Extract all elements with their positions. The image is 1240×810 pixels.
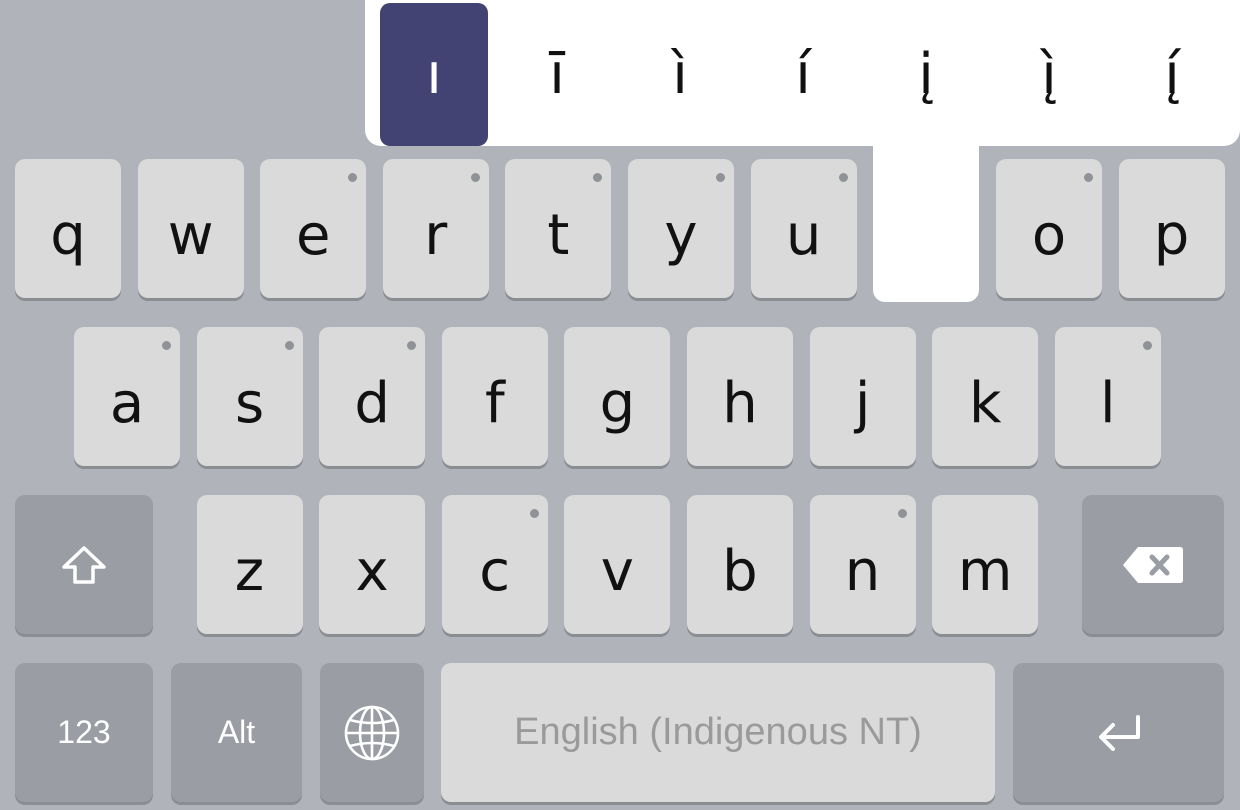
key-x[interactable]: x	[319, 495, 426, 634]
key-h[interactable]: h	[687, 327, 793, 466]
key-label: c	[479, 539, 511, 604]
key-label: y	[664, 203, 698, 268]
key-c[interactable]: c	[441, 495, 548, 634]
backspace-icon	[1123, 546, 1183, 583]
key-l[interactable]: l	[1054, 327, 1161, 466]
long-press-indicator	[838, 173, 848, 182]
shift-key[interactable]	[15, 495, 153, 634]
key-label: u	[785, 203, 822, 268]
key-label: t	[547, 203, 570, 268]
backspace-key[interactable]	[1082, 495, 1224, 634]
long-press-indicator	[407, 341, 417, 350]
key-r[interactable]: r	[382, 159, 489, 298]
key-p[interactable]: p	[1118, 159, 1225, 298]
key-w[interactable]: w	[137, 159, 244, 298]
key-label: j	[854, 371, 871, 436]
key-label: q	[50, 203, 86, 268]
key-q[interactable]: q	[15, 159, 121, 298]
long-press-indicator	[284, 341, 294, 350]
space-bar[interactable]: English (Indigenous NT)	[441, 663, 995, 802]
key-y[interactable]: y	[628, 159, 734, 298]
key-z[interactable]: z	[196, 495, 303, 634]
long-press-indicator	[162, 341, 171, 350]
key-label: l	[1100, 371, 1116, 436]
key-label: o	[1031, 203, 1067, 268]
key-n[interactable]: n	[809, 495, 916, 634]
key-label: x	[355, 539, 389, 604]
key-label: r	[424, 203, 448, 268]
key-label: k	[968, 371, 1002, 436]
key-j[interactable]: j	[809, 327, 916, 466]
long-press-indicator	[529, 509, 539, 518]
key-label: h	[722, 371, 758, 436]
accent-option[interactable]: į́	[1118, 3, 1226, 146]
globe-key[interactable]	[320, 663, 424, 802]
key-e[interactable]: e	[260, 159, 367, 298]
globe-icon	[344, 705, 400, 760]
key-label: a	[109, 371, 145, 436]
key-label: b	[722, 539, 758, 604]
shift-icon	[62, 545, 106, 584]
key-a[interactable]: a	[74, 327, 180, 466]
key-k[interactable]: k	[932, 327, 1039, 466]
key-label: f	[484, 371, 505, 436]
alt-key-label: Alt	[217, 714, 256, 750]
key-b[interactable]: b	[686, 495, 793, 634]
key-u[interactable]: u	[750, 159, 857, 298]
long-press-indicator	[470, 173, 480, 182]
accent-option[interactable]: ī	[503, 3, 611, 146]
long-press-indicator	[593, 173, 603, 182]
accent-option[interactable]: į	[872, 3, 980, 146]
key-v[interactable]: v	[564, 495, 671, 634]
accent-option[interactable]: ı	[380, 3, 488, 146]
long-press-indicator	[1142, 341, 1152, 350]
key-label: e	[295, 203, 331, 268]
enter-key[interactable]	[1013, 663, 1224, 802]
accent-option[interactable]: ì	[626, 3, 734, 146]
numbers-key[interactable]: 123	[15, 663, 153, 802]
long-press-indicator	[897, 509, 907, 518]
long-press-indicator	[348, 173, 358, 182]
key-label: p	[1153, 203, 1190, 268]
key-label: s	[235, 371, 265, 436]
enter-icon	[1098, 714, 1140, 751]
key-label: g	[599, 371, 636, 436]
key-f[interactable]: f	[441, 327, 548, 466]
alt-key[interactable]: Alt	[171, 663, 302, 802]
key-label: z	[234, 539, 265, 604]
key-d[interactable]: d	[319, 327, 426, 466]
long-press-indicator	[1084, 173, 1093, 182]
accent-option[interactable]: í	[749, 3, 857, 146]
accent-option[interactable]: į̀	[995, 3, 1103, 146]
key-label: m	[957, 539, 1013, 604]
key-label: d	[354, 371, 390, 436]
numbers-key-label: 123	[57, 714, 111, 750]
key-label: n	[844, 539, 881, 604]
key-o[interactable]: o	[996, 159, 1102, 298]
key-s[interactable]: s	[196, 327, 303, 466]
key-label: w	[167, 203, 214, 268]
space-bar-label: English (Indigenous NT)	[514, 711, 922, 753]
key-t[interactable]: t	[505, 159, 612, 298]
key-label: v	[600, 539, 634, 604]
key-m[interactable]: m	[932, 495, 1039, 634]
long-press-indicator	[716, 173, 725, 182]
key-g[interactable]: g	[564, 327, 671, 466]
accent-popup-stem	[873, 140, 979, 302]
